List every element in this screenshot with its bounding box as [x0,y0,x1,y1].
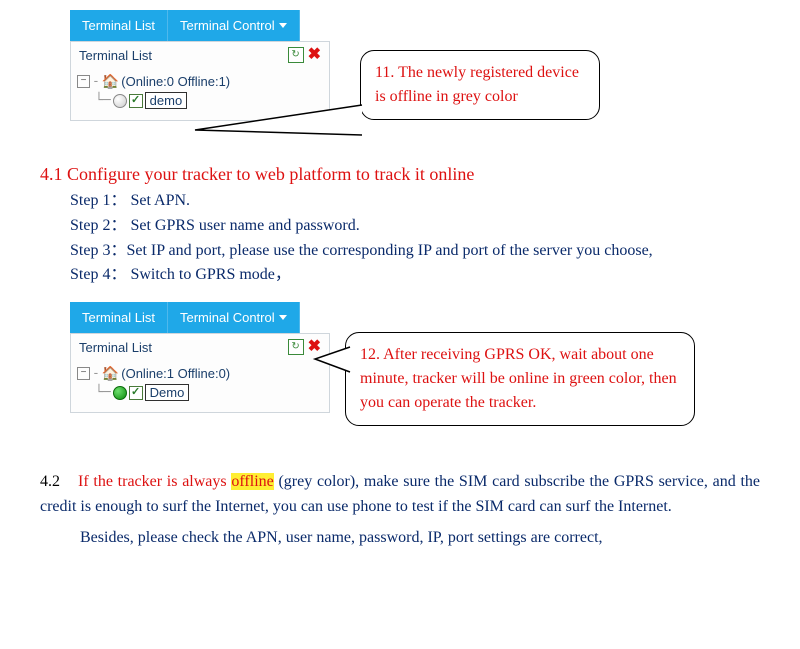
status-dot-online [113,386,127,400]
tree-connector: - [92,366,100,381]
tree-connector: └─ [95,385,111,400]
home-icon: 🏠 [102,365,119,382]
tab-terminal-list[interactable]: Terminal List [70,302,168,333]
figure-11: Terminal List Terminal Control Terminal … [70,10,790,160]
chevron-down-icon [279,23,287,28]
callout-pointer [195,105,365,145]
step-4: Step 4： Switch to GPRS mode， [70,263,760,288]
device-tree: − - 🏠 (Online:1 Offline:0) └─ ✓ Demo [71,360,329,412]
section-number: 4.2 [40,473,60,490]
status-dot-offline [113,94,127,108]
tab-label: Terminal Control [180,18,275,33]
tree-root-row[interactable]: − - 🏠 (Online:0 Offline:1) [77,72,323,91]
close-icon[interactable]: ✖ [308,48,321,62]
refresh-icon[interactable]: ↻ [288,47,304,63]
tree-connector: └─ [95,93,111,108]
step-3: Step 3：Set IP and port, please use the c… [70,239,760,264]
callout-11: 11. The newly registered device is offli… [360,50,600,120]
checkbox-icon[interactable]: ✓ [129,94,143,108]
root-label: (Online:1 Offline:0) [121,366,230,381]
device-label: Demo [145,384,190,401]
device-label: demo [145,92,188,109]
tree-root-row[interactable]: − - 🏠 (Online:1 Offline:0) [77,364,323,383]
tab-label: Terminal List [82,310,155,325]
step-1: Step 1： Set APN. [70,189,760,214]
collapse-icon[interactable]: − [77,75,90,88]
steps-list: Step 1： Set APN. Step 2： Set GPRS user n… [70,189,760,288]
tree-connector: - [92,74,100,89]
refresh-icon[interactable]: ↻ [288,339,304,355]
panel-title: Terminal List [79,48,152,63]
home-icon: 🏠 [102,73,119,90]
tree-item[interactable]: └─ ✓ Demo [95,383,323,402]
callout-pointer [315,347,355,387]
figure-12: Terminal List Terminal Control Terminal … [70,302,790,462]
section-41-title: 4.1 Configure your tracker to web platfo… [40,164,790,185]
tab-terminal-list[interactable]: Terminal List [70,10,168,41]
chevron-down-icon [279,315,287,320]
collapse-icon[interactable]: − [77,367,90,380]
tab-label: Terminal Control [180,310,275,325]
tab-bar: Terminal List Terminal Control [70,302,790,333]
highlight-offline: offline [231,473,273,490]
red-lead: If the tracker is always [78,473,227,490]
root-label: (Online:0 Offline:1) [121,74,230,89]
step-2: Step 2： Set GPRS user name and password. [70,214,760,239]
besides-paragraph: Besides, please check the APN, user name… [80,526,760,551]
tab-label: Terminal List [82,18,155,33]
tab-terminal-control[interactable]: Terminal Control [168,302,300,333]
tab-bar: Terminal List Terminal Control [70,10,790,41]
terminal-list-panel: Terminal List ↻ ✖ − - 🏠 (Online:1 Offlin… [70,333,330,413]
tab-terminal-control[interactable]: Terminal Control [168,10,300,41]
callout-12: 12. After receiving GPRS OK, wait about … [345,332,695,426]
section-42-paragraph: 4.2If the tracker is always offline (gre… [40,470,760,520]
panel-title: Terminal List [79,340,152,355]
checkbox-icon[interactable]: ✓ [129,386,143,400]
